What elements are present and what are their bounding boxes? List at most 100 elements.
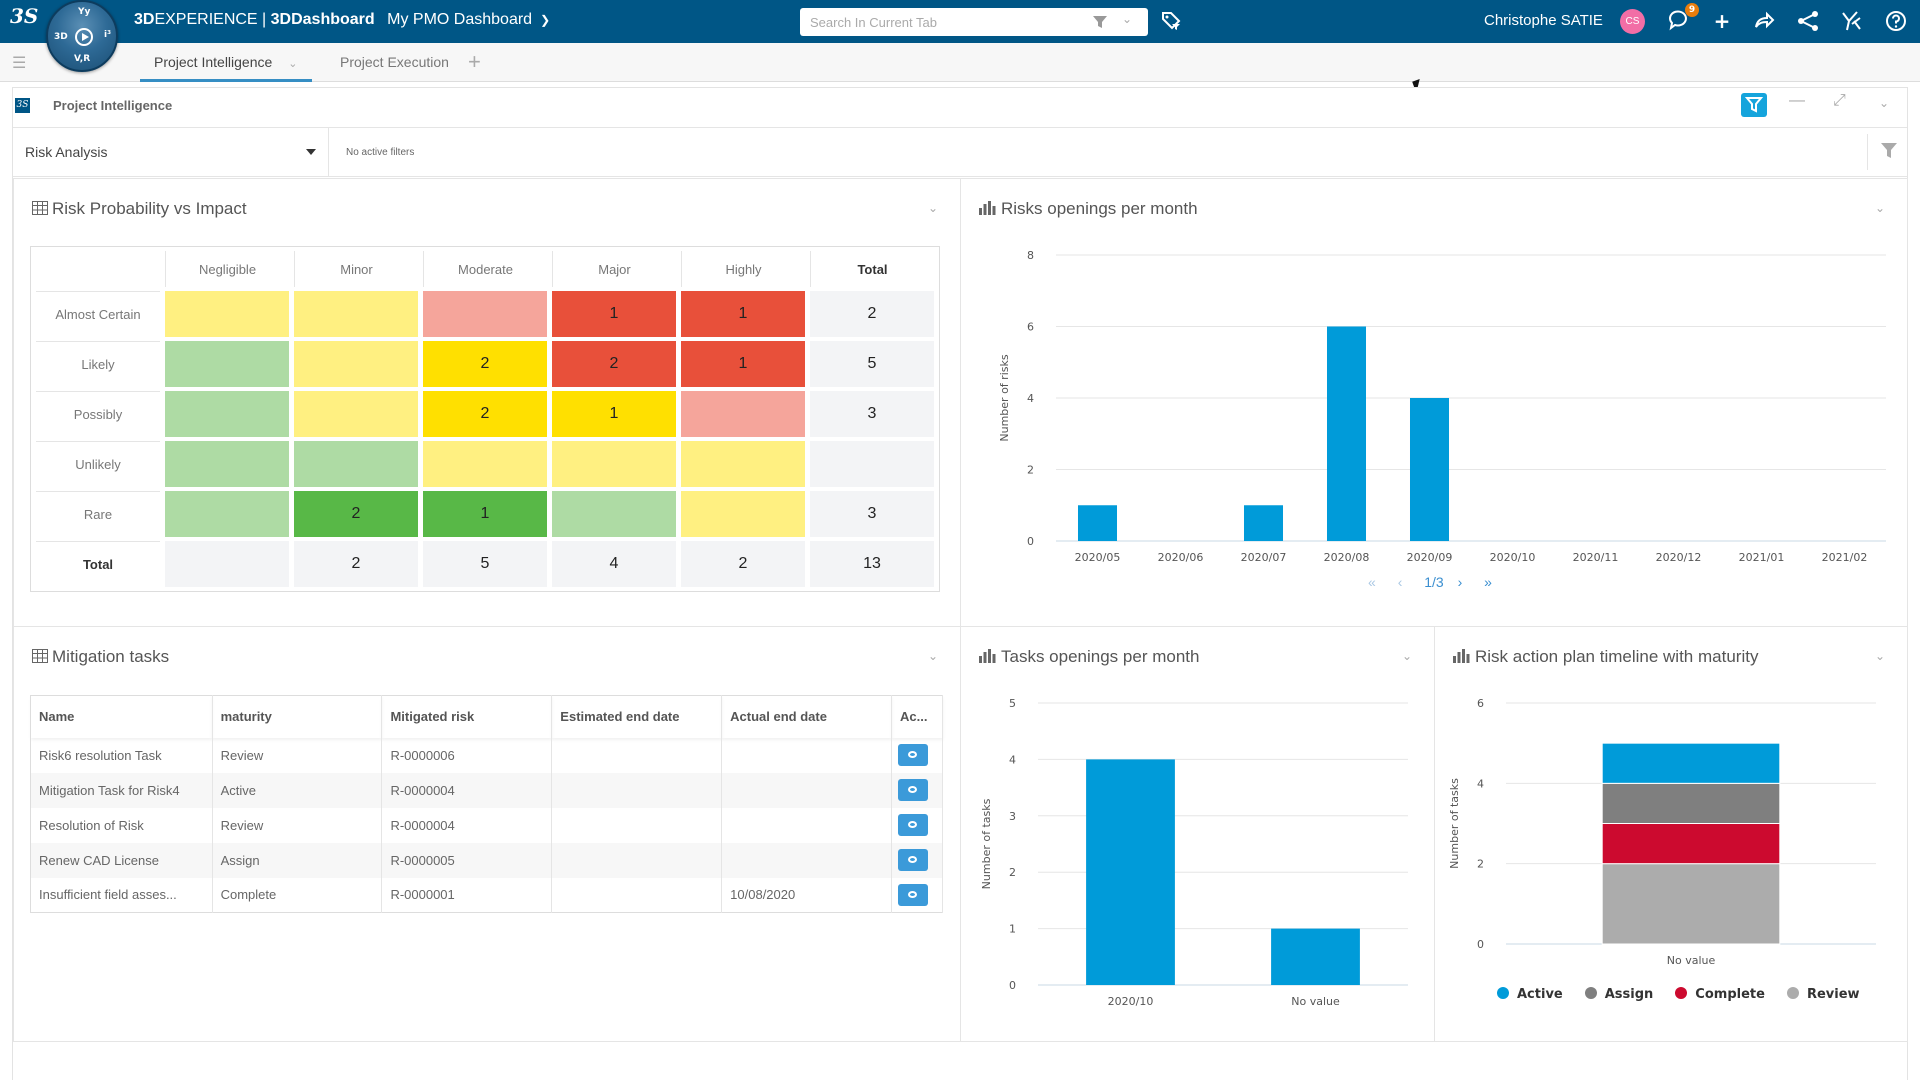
matrix-cell[interactable] — [552, 441, 676, 487]
filter-icon[interactable] — [1092, 14, 1108, 30]
matrix-cell[interactable] — [165, 491, 289, 537]
y-tick-label: 5 — [1009, 697, 1016, 710]
chevron-down-icon[interactable]: ⌄ — [1122, 12, 1132, 26]
help-icon[interactable] — [1884, 9, 1908, 33]
matrix-cell[interactable] — [423, 291, 547, 337]
view-eye-icon[interactable] — [898, 849, 929, 871]
tasks-column-header[interactable]: Estimated end date — [551, 695, 723, 738]
matrix-cell[interactable]: 1 — [681, 291, 805, 337]
matrix-cell[interactable] — [294, 341, 418, 387]
filter-button[interactable] — [1867, 134, 1907, 170]
table-row[interactable]: Resolution of Risk Review R-0000004 — [30, 807, 943, 843]
filter-toggle-button[interactable] — [1741, 93, 1767, 117]
chevron-down-icon[interactable]: ⌄ — [1875, 649, 1885, 663]
table-cell — [551, 807, 723, 843]
matrix-cell[interactable]: 2 — [423, 341, 547, 387]
matrix-row: Almost Certain 1 1 2 — [36, 291, 934, 337]
table-row[interactable]: Insufficient field asses... Complete R-000… — [30, 877, 943, 913]
next-page-button[interactable]: › — [1458, 574, 1463, 590]
table-cell: R-0000005 — [381, 842, 553, 878]
chevron-down-icon[interactable]: ⌄ — [928, 649, 938, 663]
compass-icon[interactable]: Yy 3D i³ V,R — [46, 0, 118, 72]
view-select[interactable]: Risk Analysis — [13, 128, 329, 176]
mitigation-tasks-table: Name maturity Mitigated risk Estimated end … — [30, 695, 943, 913]
x-tick-label: 2020/05 — [1075, 551, 1121, 564]
compass-bottom-label: V,R — [74, 54, 91, 64]
matrix-cell[interactable] — [165, 441, 289, 487]
matrix-cell[interactable] — [294, 391, 418, 437]
chevron-down-icon[interactable]: ⌄ — [288, 58, 297, 70]
action-cell — [891, 737, 943, 773]
share-icon[interactable] — [1752, 9, 1776, 33]
add-icon[interactable]: + — [1710, 9, 1734, 33]
table-row[interactable]: Renew CAD License Assign R-0000005 — [30, 842, 943, 878]
user-name[interactable]: Christophe SATIE — [1484, 12, 1603, 29]
matrix-cell[interactable]: 1 — [423, 491, 547, 537]
filter-row: Risk Analysis No active filters — [13, 127, 1907, 177]
risks-openings-panel: Risks openings per month ⌄ 0 2 4 6 8 Number o… — [960, 178, 1908, 627]
matrix-cell[interactable] — [294, 291, 418, 337]
tasks-column-header[interactable]: Ac... — [891, 695, 943, 738]
first-page-button[interactable]: « — [1368, 574, 1376, 590]
tag-filter-icon[interactable] — [1160, 10, 1182, 32]
dashboard-selector[interactable]: My PMO Dashboard ❯ — [387, 11, 550, 28]
x-tick-label: 2020/08 — [1324, 551, 1370, 564]
x-tick-label: 2020/10 — [1108, 995, 1154, 1008]
chevron-down-icon[interactable]: ⌄ — [1875, 201, 1885, 215]
table-cell: Review — [212, 737, 383, 773]
tab-project-execution[interactable]: Project Execution — [340, 43, 449, 82]
compass-apps-icon[interactable] — [1840, 9, 1864, 33]
matrix-cell[interactable]: 2 — [294, 491, 418, 537]
matrix-column-total — [165, 541, 289, 587]
matrix-cell[interactable] — [423, 441, 547, 487]
add-tab-icon[interactable]: + — [468, 49, 481, 75]
side-menu-icon[interactable]: ☰ — [12, 53, 34, 72]
table-row[interactable]: Mitigation Task for Risk4 Active R-0000004 — [30, 772, 943, 808]
matrix-cell[interactable]: 2 — [552, 341, 676, 387]
last-page-button[interactable]: » — [1484, 574, 1492, 590]
tab-project-intelligence[interactable]: Project Intelligence ⌄ — [140, 43, 312, 82]
legend-item[interactable]: Complete — [1675, 987, 1765, 1002]
prev-page-button[interactable]: ‹ — [1398, 574, 1403, 590]
matrix-cell[interactable]: 2 — [423, 391, 547, 437]
matrix-cell[interactable] — [165, 291, 289, 337]
matrix-cell[interactable] — [552, 491, 676, 537]
matrix-cell[interactable] — [681, 391, 805, 437]
avatar[interactable]: CS — [1620, 9, 1645, 34]
view-eye-icon[interactable] — [898, 744, 929, 766]
ds-logo-icon[interactable]: 3S — [10, 4, 42, 38]
chevron-down-icon[interactable]: ⌄ — [1879, 96, 1889, 110]
view-eye-icon[interactable] — [898, 779, 929, 801]
tasks-column-header[interactable]: Mitigated risk — [381, 695, 553, 738]
minimize-icon[interactable]: — — [1789, 92, 1805, 110]
matrix-cell[interactable]: 1 — [552, 391, 676, 437]
chevron-down-icon[interactable]: ⌄ — [1402, 649, 1412, 663]
legend-item[interactable]: Active — [1497, 987, 1563, 1002]
social-share-icon[interactable] — [1796, 9, 1820, 33]
view-eye-icon[interactable] — [898, 883, 929, 906]
table-row[interactable]: Risk6 resolution Task Review R-0000006 — [30, 737, 943, 773]
x-tick-label: 2020/06 — [1158, 551, 1204, 564]
search-input[interactable] — [810, 13, 1060, 31]
view-eye-icon[interactable] — [898, 814, 929, 836]
matrix-cell[interactable]: 1 — [552, 291, 676, 337]
active-filters-text: No active filters — [346, 147, 415, 158]
y-tick-label: 2 — [1477, 858, 1484, 871]
matrix-row: Likely 2 2 1 5 — [36, 341, 934, 387]
matrix-cell[interactable] — [681, 441, 805, 487]
matrix-cell[interactable] — [681, 491, 805, 537]
chevron-down-icon[interactable]: ⌄ — [928, 201, 938, 215]
tasks-column-header[interactable]: maturity — [212, 695, 383, 738]
matrix-cell[interactable] — [294, 441, 418, 487]
bar-segment-review — [1601, 863, 1781, 945]
legend-item[interactable]: Assign — [1584, 987, 1653, 1002]
matrix-cell[interactable]: 1 — [681, 341, 805, 387]
tasks-column-header[interactable]: Actual end date — [721, 695, 893, 738]
matrix-cell[interactable] — [165, 391, 289, 437]
legend-item[interactable]: Review — [1786, 987, 1860, 1002]
matrix-cell[interactable] — [165, 341, 289, 387]
matrix-column-total: 4 — [552, 541, 676, 587]
tasks-column-header[interactable]: Name — [30, 695, 213, 738]
search-box[interactable]: ⌄ — [800, 8, 1148, 36]
maximize-icon[interactable]: ⤢ — [1833, 92, 1846, 110]
